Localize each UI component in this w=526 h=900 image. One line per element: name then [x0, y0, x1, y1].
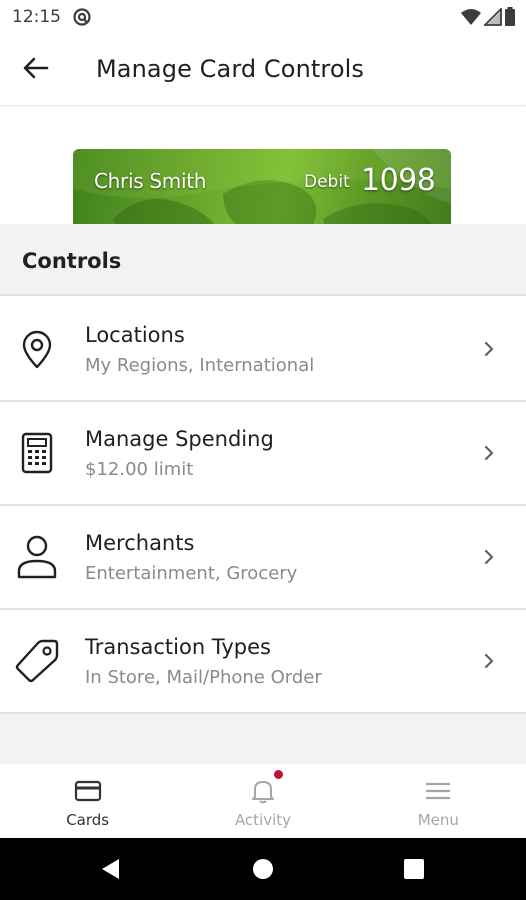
debit-card[interactable]: Chris Smith Debit 1098: [73, 149, 451, 224]
signal-icon: [484, 8, 502, 26]
card-holder-name: Chris Smith: [94, 169, 207, 193]
status-bar: 12:15: [0, 0, 526, 34]
nav-item-activity[interactable]: Activity: [175, 764, 350, 838]
chevron-right-icon: [484, 549, 494, 565]
control-item-merchants[interactable]: Merchants Entertainment, Grocery: [0, 506, 526, 610]
control-title: Transaction Types: [85, 635, 271, 659]
home-circle-icon[interactable]: [250, 856, 276, 882]
nav-label: Activity: [234, 811, 292, 829]
recents-square-icon[interactable]: [401, 856, 427, 882]
control-subtitle: Entertainment, Grocery: [85, 563, 298, 584]
card-icon: [73, 778, 103, 804]
page-title: Manage Card Controls: [96, 55, 364, 83]
calculator-icon: [14, 430, 60, 476]
at-sign-icon: [72, 7, 92, 27]
status-time: 12:15: [12, 7, 61, 27]
person-icon: [14, 534, 60, 580]
hamburger-icon: [423, 778, 453, 804]
card-last-four: 1098: [361, 163, 436, 198]
back-button[interactable]: [16, 50, 56, 90]
control-item-manage-spending[interactable]: Manage Spending $12.00 limit: [0, 402, 526, 506]
nav-item-cards[interactable]: Cards: [0, 764, 175, 838]
control-title: Manage Spending: [85, 427, 274, 451]
control-subtitle: In Store, Mail/Phone Order: [85, 667, 322, 688]
nav-item-menu[interactable]: Menu: [351, 764, 526, 838]
controls-list: Locations My Regions, International Mana…: [0, 298, 526, 714]
system-navigation-bar: [0, 838, 526, 900]
control-title: Locations: [85, 323, 185, 347]
tag-icon: [14, 638, 60, 684]
controls-section-header: Controls: [0, 224, 526, 296]
back-triangle-icon[interactable]: [97, 856, 123, 882]
card-preview-area: Chris Smith Debit 1098: [0, 107, 526, 224]
control-item-locations[interactable]: Locations My Regions, International: [0, 298, 526, 402]
section-title: Controls: [22, 249, 122, 273]
chevron-right-icon: [484, 445, 494, 461]
card-type: Debit: [304, 172, 350, 192]
control-item-transaction-types[interactable]: Transaction Types In Store, Mail/Phone O…: [0, 610, 526, 714]
app-bar: Manage Card Controls: [0, 34, 526, 106]
battery-icon: [504, 7, 516, 27]
notification-dot: [274, 770, 283, 779]
status-icons: [460, 6, 516, 28]
bell-icon: [248, 778, 278, 804]
chevron-right-icon: [484, 653, 494, 669]
list-footer-spacer: [0, 714, 526, 764]
nav-label: Cards: [66, 811, 110, 829]
control-subtitle: $12.00 limit: [85, 459, 194, 480]
arrow-left-icon: [23, 57, 49, 84]
chevron-right-icon: [484, 341, 494, 357]
wifi-icon: [460, 8, 482, 26]
location-pin-icon: [14, 326, 60, 372]
control-subtitle: My Regions, International: [85, 355, 315, 376]
nav-label: Menu: [417, 811, 459, 829]
bottom-navigation: Cards Activity Menu: [0, 764, 526, 838]
control-title: Merchants: [85, 531, 195, 555]
